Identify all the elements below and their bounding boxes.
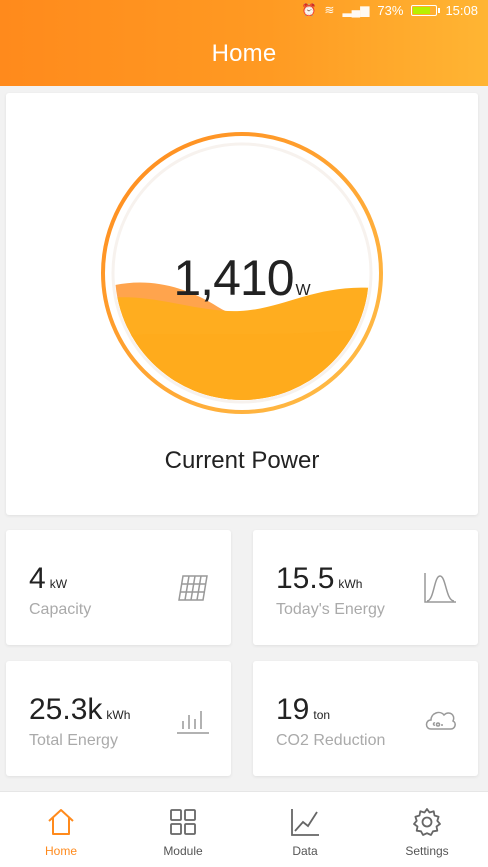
bottom-navigation: Home Module Data Settings (0, 791, 488, 867)
current-power-unit: W (295, 282, 311, 299)
home-icon (48, 809, 74, 835)
capacity-card[interactable]: 4 kW Capacity (6, 530, 231, 645)
todays-energy-card[interactable]: 15.5 kWh Today's Energy (253, 530, 478, 645)
power-gauge: 1,410 W (100, 131, 384, 415)
todays-energy-label: Today's Energy (276, 601, 385, 618)
capacity-label: Capacity (29, 601, 92, 618)
wifi-icon: ≋ (324, 3, 335, 17)
todays-energy-value: 15.5 (276, 562, 335, 595)
nav-data[interactable]: Data (244, 792, 366, 867)
battery-percent: 73% (377, 2, 404, 18)
bar-chart-icon (177, 711, 209, 734)
app-header: ⏰ ≋ ▂▄▆ 73% 15:08 Home (0, 0, 488, 86)
co2-cloud-icon (425, 711, 456, 730)
page-title: Home (211, 40, 277, 67)
clock-time: 15:08 (445, 2, 478, 18)
total-energy-label: Total Energy (29, 732, 118, 749)
signal-icon: ▂▄▆ (342, 3, 370, 17)
alarm-icon: ⏰ (301, 3, 317, 17)
total-energy-unit: kWh (106, 708, 131, 722)
nav-module[interactable]: Module (122, 792, 244, 867)
nav-data-label: Data (292, 844, 318, 858)
nav-home[interactable]: Home (0, 792, 122, 867)
nav-module-label: Module (163, 844, 203, 858)
grid-icon (170, 809, 196, 835)
capacity-unit: kW (49, 577, 68, 591)
total-energy-card[interactable]: 25.3k kWh Total Energy (6, 661, 231, 776)
co2-value: 19 (276, 693, 310, 726)
nav-settings-label: Settings (405, 844, 449, 858)
total-energy-value: 25.3k (29, 693, 103, 726)
status-bar: ⏰ ≋ ▂▄▆ 73% 15:08 (301, 0, 478, 20)
solar-panel-icon (178, 575, 208, 601)
battery-icon (411, 4, 441, 16)
co2-label: CO2 Reduction (276, 732, 386, 749)
gear-icon (413, 808, 441, 836)
nav-settings[interactable]: Settings (366, 792, 488, 867)
co2-unit: ton (313, 708, 331, 722)
gauge-readout: 1,410 W (100, 249, 384, 307)
capacity-value: 4 (29, 562, 46, 595)
energy-curve-icon (424, 573, 456, 603)
nav-home-label: Home (44, 844, 77, 858)
current-power-card: 1,410 W Current Power (6, 93, 478, 515)
co2-reduction-card[interactable]: 19 ton CO2 Reduction (253, 661, 478, 776)
line-chart-icon (291, 809, 319, 836)
current-power-label: Current Power (164, 447, 320, 474)
todays-energy-unit: kWh (338, 577, 363, 591)
current-power-value: 1,410 (173, 250, 294, 306)
